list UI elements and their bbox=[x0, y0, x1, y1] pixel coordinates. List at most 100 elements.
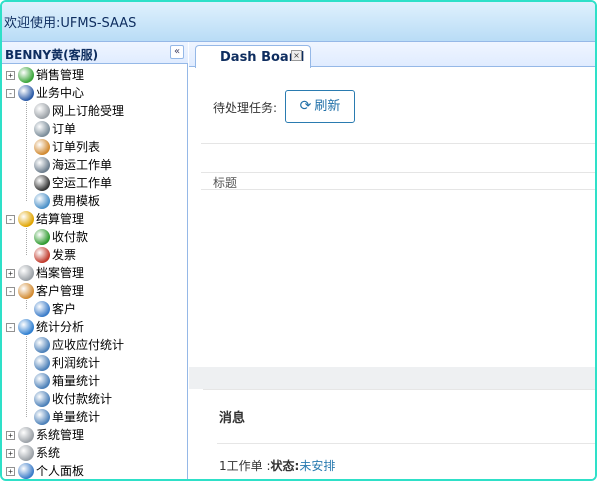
customer-icon bbox=[34, 301, 50, 317]
tree-item-label: 系统管理 bbox=[36, 428, 85, 442]
tree-item-label: 箱量统计 bbox=[52, 374, 101, 388]
tree-item[interactable]: 收付款 bbox=[2, 228, 188, 246]
tree-item-label: 订单列表 bbox=[52, 140, 101, 154]
refresh-button[interactable]: ⟳ 刷新 bbox=[285, 90, 355, 123]
tree-item[interactable]: 网上订舱受理 bbox=[2, 102, 188, 120]
divider bbox=[201, 172, 595, 173]
chart-icon bbox=[34, 391, 50, 407]
customer-mgmt-icon bbox=[18, 283, 34, 299]
expand-icon[interactable]: + bbox=[6, 467, 15, 476]
refresh-icon: ⟳ bbox=[299, 98, 312, 114]
tree-item-label: 空运工作单 bbox=[52, 176, 113, 190]
expand-icon[interactable]: + bbox=[6, 449, 15, 458]
tree-group[interactable]: + 销售管理 bbox=[2, 66, 188, 84]
clipboard-icon bbox=[34, 157, 50, 173]
tree-group[interactable]: - 客户管理 bbox=[2, 282, 188, 300]
close-icon[interactable]: × bbox=[291, 50, 302, 61]
invoice-icon bbox=[34, 247, 50, 263]
archive-icon bbox=[18, 265, 34, 281]
gear-icon bbox=[34, 103, 50, 119]
tree-item-label: 收付款 bbox=[52, 230, 89, 244]
tree-item[interactable]: 订单列表 bbox=[2, 138, 188, 156]
divider bbox=[201, 143, 595, 144]
globe-icon bbox=[18, 319, 34, 335]
collapse-icon[interactable]: - bbox=[6, 89, 15, 98]
messages-title: 消息 bbox=[219, 411, 246, 426]
tree-item[interactable]: 收付款统计 bbox=[2, 390, 188, 408]
tree-item-label: 单量统计 bbox=[52, 410, 101, 424]
person-icon bbox=[18, 463, 34, 479]
collapse-icon[interactable]: - bbox=[6, 287, 15, 296]
tree-group[interactable]: - 业务中心 bbox=[2, 84, 188, 102]
message-item[interactable]: 1工作单 :状态:未安排 bbox=[219, 457, 335, 474]
gear-icon bbox=[18, 445, 34, 461]
tree-guide-line bbox=[26, 102, 27, 201]
sidebar-user-title: BENNY黄(客服) bbox=[5, 48, 99, 62]
expand-icon[interactable]: + bbox=[6, 431, 15, 440]
tree-item-label: 个人面板 bbox=[36, 464, 85, 478]
ship-icon bbox=[18, 85, 34, 101]
pending-tasks-label: 待处理任务: bbox=[213, 101, 278, 115]
collapse-sidebar-button[interactable]: « bbox=[170, 45, 184, 59]
tree-item-label: 收付款统计 bbox=[52, 392, 113, 406]
tree-item[interactable]: 订单 bbox=[2, 120, 188, 138]
tab-dashboard[interactable]: Dash Board × bbox=[195, 45, 311, 68]
tree-item[interactable]: 费用模板 bbox=[2, 192, 188, 210]
dollar-icon bbox=[34, 229, 50, 245]
sidebar: BENNY黄(客服) « + 销售管理 - 业务中心网上订舱受理订单订单列表海运工作单… bbox=[2, 42, 188, 479]
chart-icon bbox=[34, 355, 50, 371]
tree-group[interactable]: + 系统管理 bbox=[2, 426, 188, 444]
divider bbox=[217, 443, 595, 444]
tree-group[interactable]: + 个人面板 bbox=[2, 462, 188, 479]
tree-group[interactable]: - 结算管理 bbox=[2, 210, 188, 228]
tree-item-label: 客户管理 bbox=[36, 284, 85, 298]
chart-icon bbox=[34, 409, 50, 425]
tree-item-label: 利润统计 bbox=[52, 356, 101, 370]
tree-item-label: 订单 bbox=[52, 122, 77, 136]
tree-group[interactable]: - 统计分析 bbox=[2, 318, 188, 336]
tree-item-label: 应收应付统计 bbox=[52, 338, 125, 352]
tree-item[interactable]: 应收应付统计 bbox=[2, 336, 188, 354]
nav-tree: + 销售管理 - 业务中心网上订舱受理订单订单列表海运工作单空运工作单费用模板 - 结算管… bbox=[2, 66, 188, 479]
template-icon bbox=[34, 193, 50, 209]
tree-item-label: 档案管理 bbox=[36, 266, 85, 280]
tree-item-label: 海运工作单 bbox=[52, 158, 113, 172]
expand-icon[interactable]: + bbox=[6, 269, 15, 278]
sidebar-header: BENNY黄(客服) « bbox=[2, 42, 188, 64]
section-separator bbox=[189, 367, 595, 389]
expand-icon[interactable]: + bbox=[6, 71, 15, 80]
tree-item[interactable]: 利润统计 bbox=[2, 354, 188, 372]
chart-icon bbox=[34, 337, 50, 353]
collapse-icon[interactable]: - bbox=[6, 323, 15, 332]
app-window: 欢迎使用:UFMS-SAAS BENNY黄(客服) « + 销售管理 - 业务中心网上… bbox=[0, 0, 597, 481]
tree-guide-line bbox=[26, 300, 27, 309]
messages-panel: 消息 1工作单 :状态:未安排 bbox=[203, 389, 595, 479]
message-status-key: 状态: bbox=[270, 459, 300, 473]
tree-item[interactable]: 单量统计 bbox=[2, 408, 188, 426]
tree-item[interactable]: 空运工作单 bbox=[2, 174, 188, 192]
main-panel: Dash Board × 待处理任务: ⟳ 刷新 标题 消息 1工作单 :状态:未… bbox=[189, 42, 595, 479]
tree-item[interactable]: 海运工作单 bbox=[2, 156, 188, 174]
tree-item-label: 系统 bbox=[36, 446, 61, 460]
tree-item[interactable]: 箱量统计 bbox=[2, 372, 188, 390]
refresh-label: 刷新 bbox=[314, 99, 341, 114]
app-title: 欢迎使用:UFMS-SAAS bbox=[4, 16, 137, 31]
chart-icon bbox=[34, 373, 50, 389]
tree-item[interactable]: 客户 bbox=[2, 300, 188, 318]
tree-item-label: 费用模板 bbox=[52, 194, 101, 208]
order-icon bbox=[34, 121, 50, 137]
tree-item-label: 业务中心 bbox=[36, 86, 85, 100]
tree-item-label: 发票 bbox=[52, 248, 77, 262]
collapse-icon[interactable]: - bbox=[6, 215, 15, 224]
tree-group[interactable]: + 系统 bbox=[2, 444, 188, 462]
tab-bar: Dash Board × bbox=[189, 42, 595, 68]
tree-group[interactable]: + 档案管理 bbox=[2, 264, 188, 282]
divider bbox=[201, 189, 595, 190]
gear-icon bbox=[18, 427, 34, 443]
tree-guide-line bbox=[26, 336, 27, 417]
tree-item-label: 统计分析 bbox=[36, 320, 85, 334]
settlement-icon bbox=[18, 211, 34, 227]
tree-item-label: 结算管理 bbox=[36, 212, 85, 226]
tree-item-label: 销售管理 bbox=[36, 68, 85, 82]
tree-item[interactable]: 发票 bbox=[2, 246, 188, 264]
